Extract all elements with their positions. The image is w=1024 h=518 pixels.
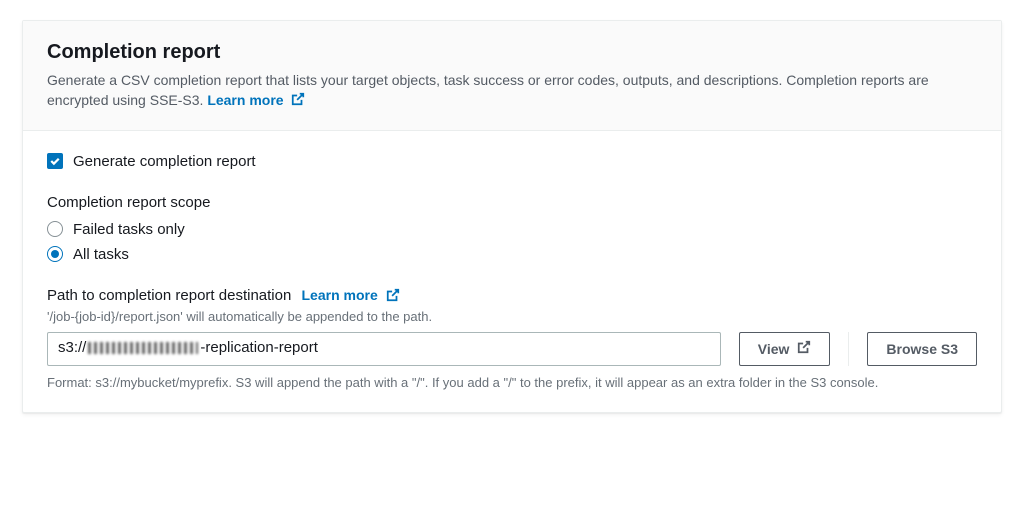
scope-label: Completion report scope <box>47 194 977 211</box>
panel-body: Generate completion report Completion re… <box>23 131 1001 413</box>
radio-label: Failed tasks only <box>73 221 185 238</box>
browse-s3-button[interactable]: Browse S3 <box>867 332 977 366</box>
path-hint: '/job-{job-id}/report.json' will automat… <box>47 309 977 324</box>
browse-s3-button-label: Browse S3 <box>886 341 958 357</box>
radio-label: All tasks <box>73 246 129 263</box>
external-link-icon <box>386 288 400 305</box>
external-link-icon <box>797 340 811 357</box>
panel-header: Completion report Generate a CSV complet… <box>23 21 1001 131</box>
path-input[interactable]: s3:// -replication-report <box>47 332 721 366</box>
path-section: Path to completion report destination Le… <box>47 287 977 393</box>
view-button-label: View <box>758 341 790 357</box>
scope-group: Completion report scope Failed tasks onl… <box>47 194 977 263</box>
external-link-icon <box>291 91 305 111</box>
panel-title: Completion report <box>47 41 977 64</box>
radio-unselected[interactable] <box>47 221 63 237</box>
learn-more-link[interactable]: Learn more <box>207 92 305 108</box>
panel-description: Generate a CSV completion report that li… <box>47 70 977 112</box>
generate-report-checkbox-row[interactable]: Generate completion report <box>47 153 977 170</box>
learn-more-text: Learn more <box>207 92 283 108</box>
scope-option-failed-only[interactable]: Failed tasks only <box>47 221 977 238</box>
path-value-suffix: -replication-report <box>200 339 318 356</box>
generate-report-checkbox[interactable] <box>47 153 63 169</box>
path-value-prefix: s3:// <box>58 339 86 356</box>
path-learn-more-text: Learn more <box>302 287 378 303</box>
path-learn-more-link[interactable]: Learn more <box>302 287 400 303</box>
view-button[interactable]: View <box>739 332 831 366</box>
completion-report-panel: Completion report Generate a CSV complet… <box>22 20 1002 413</box>
radio-selected[interactable] <box>47 246 63 262</box>
path-label: Path to completion report destination <box>47 287 291 304</box>
generate-report-label: Generate completion report <box>73 153 256 170</box>
path-input-row: s3:// -replication-report View Browse S3 <box>47 332 977 366</box>
redacted-segment <box>88 342 198 354</box>
vertical-divider <box>848 332 849 366</box>
path-label-row: Path to completion report destination Le… <box>47 287 977 305</box>
panel-description-text: Generate a CSV completion report that li… <box>47 72 929 108</box>
scope-option-all-tasks[interactable]: All tasks <box>47 246 977 263</box>
format-hint: Format: s3://mybucket/myprefix. S3 will … <box>47 374 977 393</box>
